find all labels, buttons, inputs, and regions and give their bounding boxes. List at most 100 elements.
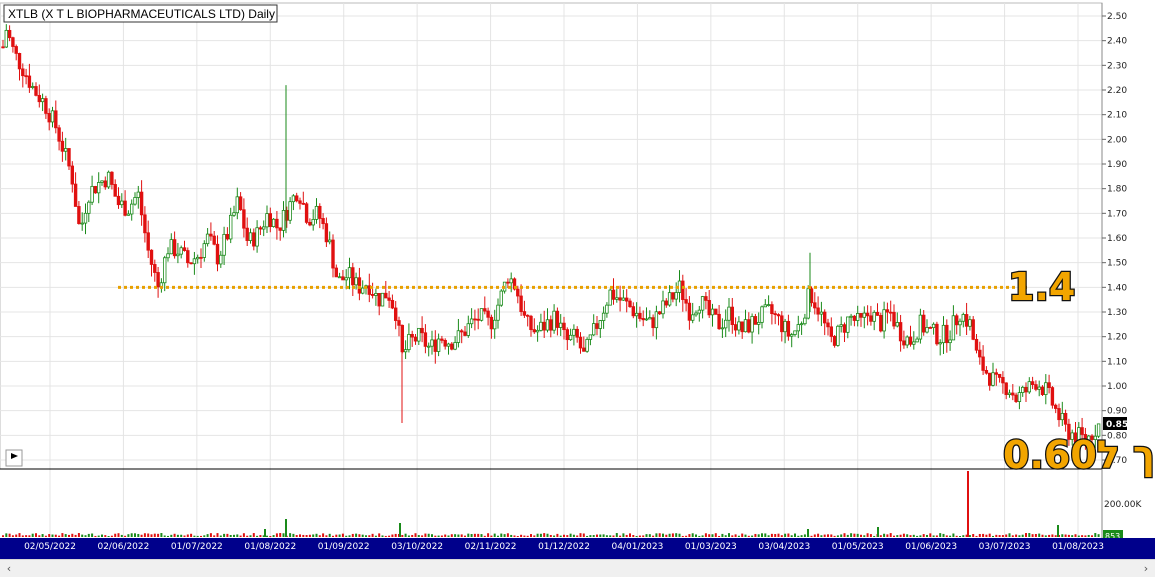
candle-body xyxy=(605,304,609,314)
play-button[interactable] xyxy=(5,449,23,467)
candle-body xyxy=(770,304,774,315)
volume-bar xyxy=(883,533,886,537)
candle-body xyxy=(30,86,35,88)
volume-bar xyxy=(602,534,605,537)
volume-bar xyxy=(424,533,427,537)
candle-body xyxy=(321,218,325,225)
candle-body xyxy=(882,309,886,332)
volume-bar xyxy=(932,535,935,537)
candle-body xyxy=(783,320,787,333)
volume-bar xyxy=(259,535,262,537)
volume-bar xyxy=(266,535,268,537)
candle-body xyxy=(14,46,18,54)
volume-bar xyxy=(483,535,486,537)
volume-bar xyxy=(1011,535,1014,537)
volume-bar xyxy=(572,534,575,537)
volume-bar xyxy=(335,534,338,537)
volume-bar xyxy=(1087,534,1090,537)
candle-body xyxy=(925,327,929,333)
candle-body xyxy=(304,203,309,223)
price-chart[interactable]: 2.50 2.40 2.30 2.20 2.10 2.00 1.90 1.80 1.70 1.60… xyxy=(0,0,1155,559)
candle-body xyxy=(988,372,992,386)
y-tick-label: 1.20 xyxy=(1107,333,1127,343)
horizontal-scrollbar[interactable]: ‹ › xyxy=(0,559,1155,577)
volume-bar xyxy=(632,535,635,537)
volume-bar xyxy=(147,533,150,537)
candle-body xyxy=(294,195,299,202)
candle-body xyxy=(370,294,375,296)
volume-bar xyxy=(652,535,655,537)
candle-body xyxy=(565,329,569,341)
candle-body xyxy=(555,310,560,328)
volume-bar xyxy=(196,535,199,537)
volume-bar xyxy=(1054,535,1057,537)
volume-bar xyxy=(487,533,490,537)
candle-body xyxy=(997,373,1002,378)
candle-body xyxy=(166,253,170,259)
volume-bar xyxy=(15,534,18,537)
y-tick-label: 2.40 xyxy=(1107,37,1127,47)
candle-body xyxy=(634,312,639,317)
volume-bar xyxy=(688,534,691,537)
price-panel xyxy=(0,2,1103,470)
volume-bar xyxy=(830,534,833,537)
candle-body xyxy=(390,299,395,309)
volume-bar xyxy=(473,533,476,537)
candle-body xyxy=(628,300,632,308)
candle-body xyxy=(648,317,652,320)
y-tick-label: 1.10 xyxy=(1107,357,1127,367)
volume-axis-label: 200.00K xyxy=(1104,500,1142,510)
volume-bar xyxy=(295,535,298,537)
volume-bar xyxy=(625,534,628,537)
candle-body xyxy=(763,304,767,308)
volume-bar xyxy=(893,535,895,537)
volume-bar xyxy=(137,533,140,537)
candle-body xyxy=(87,201,91,214)
volume-bar xyxy=(213,535,216,537)
volume-bar xyxy=(236,534,239,537)
candle-body xyxy=(67,148,71,167)
volume-bar xyxy=(160,533,163,537)
candle-body xyxy=(757,321,761,325)
volume-bar xyxy=(959,535,961,537)
volume-bar xyxy=(368,535,371,537)
volume-bar xyxy=(272,535,275,537)
volume-bar xyxy=(896,535,899,537)
candle-body xyxy=(199,256,203,259)
candle-body xyxy=(189,262,193,265)
candle-body xyxy=(281,210,286,231)
volume-bar xyxy=(5,533,8,537)
candle-body xyxy=(664,300,668,306)
candle-body xyxy=(608,289,612,306)
volume-bar xyxy=(840,534,843,537)
candle-body xyxy=(440,338,444,341)
candle-body xyxy=(106,171,111,188)
volume-bar xyxy=(338,534,341,537)
candle-body xyxy=(598,320,602,329)
candle-body xyxy=(964,314,969,327)
candle-body xyxy=(186,250,190,264)
volume-bar xyxy=(374,535,377,537)
volume-bar xyxy=(794,533,796,537)
candle-body xyxy=(743,319,748,333)
scroll-left-icon[interactable]: ‹ xyxy=(2,562,16,576)
volume-bar xyxy=(609,535,612,537)
candle-body xyxy=(529,315,533,331)
candle-body xyxy=(908,336,913,345)
candle-body xyxy=(638,312,642,319)
volume-bar xyxy=(414,533,417,537)
volume-bar xyxy=(978,533,981,537)
volume-spike xyxy=(264,529,266,537)
volume-bar xyxy=(444,534,447,537)
candle-body xyxy=(829,326,833,337)
candle-body xyxy=(717,313,721,330)
candle-body xyxy=(727,306,731,321)
volume-bar xyxy=(203,535,206,537)
candle-body xyxy=(73,183,78,207)
candle-body xyxy=(948,339,952,344)
candle-body xyxy=(182,247,187,251)
candle-body xyxy=(601,312,606,321)
volume-bar xyxy=(434,535,437,537)
volume-bar xyxy=(797,535,800,537)
scroll-right-icon[interactable]: › xyxy=(1139,562,1153,576)
